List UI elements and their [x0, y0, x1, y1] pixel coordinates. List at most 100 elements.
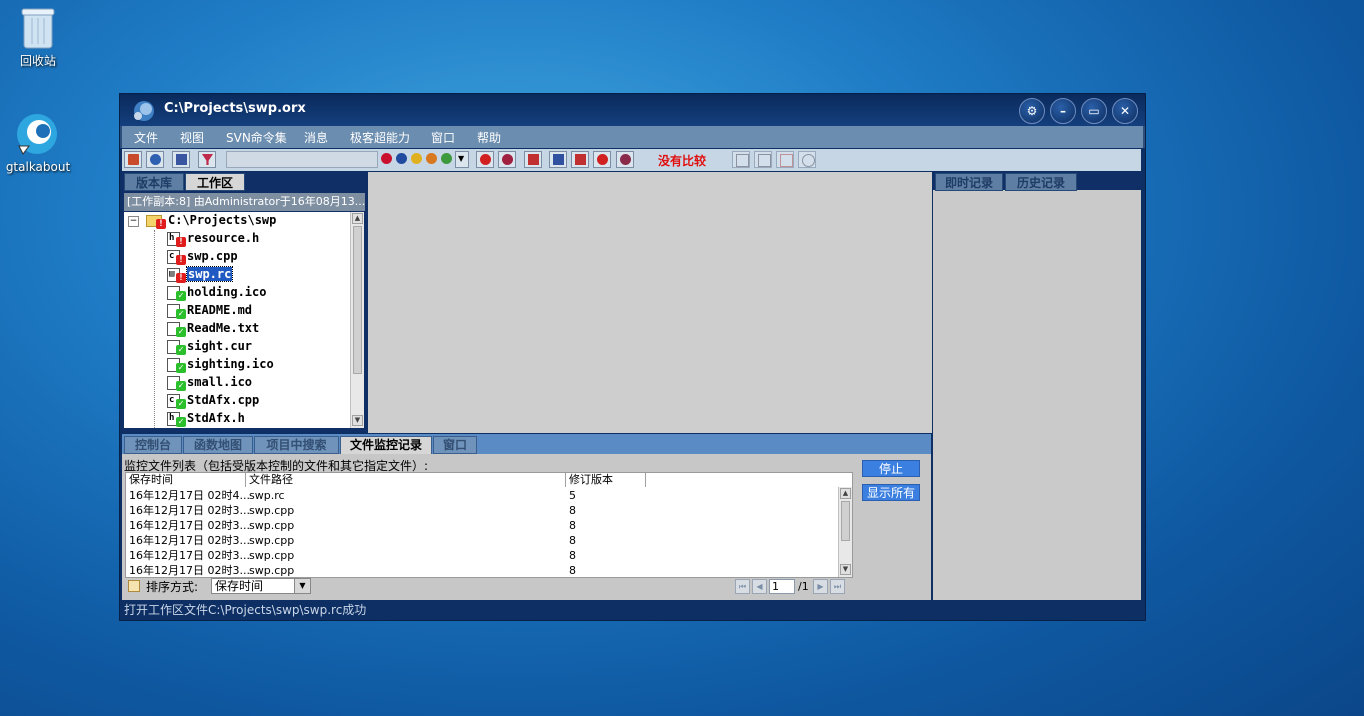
column-header-revision[interactable]: 修订版本 — [566, 473, 646, 487]
svn-dropdown-button[interactable]: ▼ — [455, 151, 469, 168]
browse-button[interactable] — [146, 151, 164, 168]
tab-workspace[interactable]: 工作区 — [185, 173, 245, 191]
menu-view[interactable]: 视图 — [180, 129, 204, 146]
tree-item[interactable]: ✓ small.ico — [124, 374, 350, 392]
tab-instant-log[interactable]: 即时记录 — [935, 173, 1003, 191]
search-red-button[interactable] — [476, 151, 494, 168]
tab-console[interactable]: 控制台 — [124, 436, 182, 454]
menu-svn[interactable]: SVN命令集 — [226, 129, 287, 146]
file-tree[interactable]: − ! C:\Projects\swp h ! resource.h c ! s… — [124, 212, 350, 428]
maximize-button[interactable]: ▭ — [1081, 98, 1107, 124]
tab-file-monitor[interactable]: 文件监控记录 — [340, 436, 432, 454]
svn-tool-5-button[interactable] — [438, 151, 456, 168]
sort-row: 排序方式: 保存时间 ▼ ⏮ ◀ 1 /1 ▶ ⏭ — [125, 577, 851, 597]
refresh-button[interactable] — [798, 151, 816, 168]
warning-badge-icon: ! — [176, 237, 186, 247]
open-folder-button[interactable] — [124, 151, 142, 168]
tab-history-log[interactable]: 历史记录 — [1005, 173, 1077, 191]
table-row[interactable]: 16年12月17日 02时3... swp.cpp 8 — [126, 548, 836, 563]
menu-help[interactable]: 帮助 — [477, 129, 501, 146]
bookmark-button[interactable] — [593, 151, 611, 168]
tree-item[interactable]: ✓ README.md — [124, 302, 350, 320]
page-input[interactable]: 1 — [769, 579, 795, 594]
settings-button[interactable]: ⚙ — [1019, 98, 1045, 124]
stop-button[interactable]: 停止 — [862, 460, 920, 477]
desktop-icon-recycle-bin[interactable]: 回收站 — [0, 6, 76, 69]
menu-window[interactable]: 窗口 — [431, 129, 455, 146]
zoom-button[interactable] — [616, 151, 634, 168]
bookmark-icon — [597, 154, 608, 165]
editor-area[interactable] — [368, 172, 932, 433]
table-row[interactable]: 16年12月17日 02时4... swp.rc 5 — [126, 488, 836, 503]
desktop-icon-gtalkabout[interactable]: gtalkabout — [0, 112, 76, 174]
diff-button[interactable] — [571, 151, 589, 168]
show-all-button[interactable]: 显示所有 — [862, 484, 920, 501]
tree-item[interactable]: ✓ sighting.ico — [124, 356, 350, 374]
tab-window[interactable]: 窗口 — [433, 436, 477, 454]
scroll-thumb[interactable] — [841, 501, 850, 541]
page-current: 1 — [772, 580, 779, 593]
table-row[interactable]: 16年12月17日 02时3... swp.cpp 8 — [126, 518, 836, 533]
search-blue-button[interactable] — [498, 151, 516, 168]
title-bar[interactable]: C:\Projects\swp.orx ⚙ – ▭ ✕ — [120, 94, 1145, 126]
diff-icon — [575, 154, 586, 165]
last-page-button[interactable]: ⏭ — [830, 579, 845, 594]
edit-list-button[interactable] — [549, 151, 567, 168]
tree-item[interactable]: h ! resource.h — [124, 230, 350, 248]
prev-page-button[interactable]: ◀ — [752, 579, 767, 594]
tree-item[interactable]: ✓ sight.cur — [124, 338, 350, 356]
column-header-file-path[interactable]: 文件路径 — [246, 473, 566, 487]
tree-item[interactable]: h ✓ StdAfx.h — [124, 410, 350, 428]
cell-revision: 8 — [569, 519, 576, 532]
tree-item-label: holding.ico — [187, 285, 267, 299]
tree-item-label: swp.rc — [185, 266, 234, 282]
scroll-down-icon[interactable]: ▼ — [352, 415, 363, 426]
tree-item-label: StdAfx.h — [187, 411, 245, 425]
tree-item-selected[interactable]: ▤ ! swp.rc — [124, 266, 350, 284]
scroll-thumb[interactable] — [353, 226, 362, 374]
tab-function-map[interactable]: 函数地图 — [183, 436, 253, 454]
first-page-button[interactable]: ⏮ — [735, 579, 750, 594]
minimize-button[interactable]: – — [1050, 98, 1076, 124]
orange-circle-icon — [426, 153, 437, 164]
scroll-down-icon[interactable]: ▼ — [840, 564, 851, 575]
tree-item-root[interactable]: ! C:\Projects\swp — [124, 212, 350, 230]
window-title: C:\Projects\swp.orx — [164, 101, 306, 116]
tab-repository[interactable]: 版本库 — [124, 173, 184, 191]
menu-geek[interactable]: 极客超能力 — [350, 129, 410, 146]
tree-item[interactable]: c ✓ StdAfx.cpp — [124, 392, 350, 410]
cell-file-path: swp.rc — [249, 489, 285, 502]
table-row[interactable]: 16年12月17日 02时3... swp.cpp 8 — [126, 533, 836, 548]
export-button[interactable] — [172, 151, 190, 168]
compare-icon — [736, 154, 749, 167]
table-scrollbar[interactable]: ▲ ▼ — [838, 487, 852, 577]
sort-select[interactable]: 保存时间 ▼ — [211, 578, 311, 594]
next-page-button[interactable]: ▶ — [813, 579, 828, 594]
tree-scrollbar[interactable]: ▲ ▼ — [350, 212, 364, 428]
tree-item[interactable]: ✓ holding.ico — [124, 284, 350, 302]
column-header-save-time[interactable]: 保存时间 — [126, 473, 246, 487]
tab-project-search[interactable]: 项目中搜索 — [254, 436, 339, 454]
monitor-table[interactable]: 保存时间 文件路径 修订版本 16年12月17日 02时4... swp.rc … — [125, 472, 853, 578]
compare-tool-1-button[interactable] — [732, 151, 750, 168]
compare-tool-3-button[interactable] — [776, 151, 794, 168]
close-button[interactable]: ✕ — [1112, 98, 1138, 124]
scroll-up-icon[interactable]: ▲ — [840, 488, 851, 499]
minimize-icon: – — [1060, 104, 1066, 118]
toolbar-input[interactable] — [226, 151, 378, 168]
gear-icon: ⚙ — [1026, 104, 1038, 118]
tree-item[interactable]: c ! swp.cpp — [124, 248, 350, 266]
menu-messages[interactable]: 消息 — [304, 129, 328, 146]
filter-button[interactable] — [198, 151, 216, 168]
table-row[interactable]: 16年12月17日 02时3... swp.cpp 8 — [126, 503, 836, 518]
table-row[interactable]: 16年12月17日 02时3... swp.cpp 8 — [126, 563, 836, 577]
compare-tool-2-button[interactable] — [754, 151, 772, 168]
print-button[interactable] — [524, 151, 542, 168]
maximize-icon: ▭ — [1088, 104, 1100, 118]
scroll-up-icon[interactable]: ▲ — [352, 213, 363, 224]
search-red-icon — [480, 154, 491, 165]
tree-item[interactable]: ✓ ReadMe.txt — [124, 320, 350, 338]
menu-file[interactable]: 文件 — [134, 129, 158, 146]
cell-file-path: swp.cpp — [249, 549, 295, 562]
cell-save-time: 16年12月17日 02时3... — [129, 564, 250, 577]
